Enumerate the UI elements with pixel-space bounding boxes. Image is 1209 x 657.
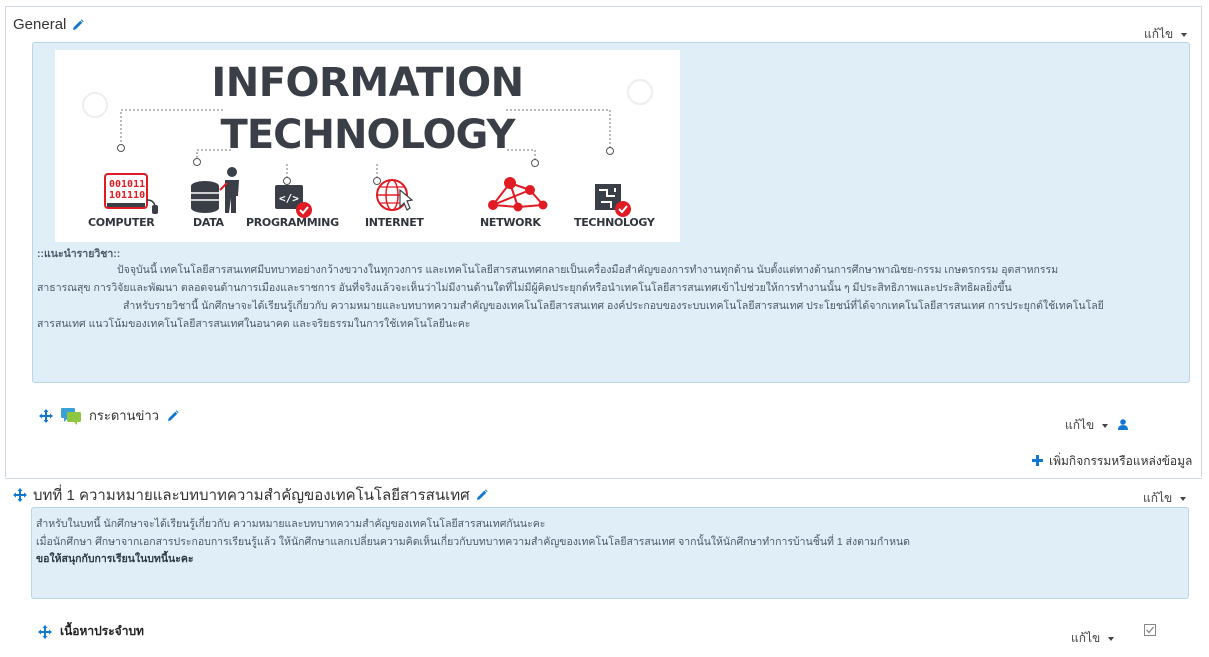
computer-digits: 001011 101110 <box>109 179 145 201</box>
section-general-title[interactable]: General <box>13 16 66 33</box>
internet-globe-icon <box>376 179 414 211</box>
section-1-summary-line1: สำหรับในบทนี้ นักศึกษาจะได้เรียนรู้เกี่ย… <box>36 518 546 530</box>
completion-checkbox-icon[interactable] <box>1144 624 1156 639</box>
activity-content-item: เนื้อหาประจำบท <box>38 622 144 641</box>
section-1-summary-line3: ขอให้สนุกกับการเรียนในบทนี้นะคะ <box>36 553 194 565</box>
section-general-summary: </> 001011 101110 INFORMATION TECHNOLOGY… <box>32 42 1190 383</box>
edit-menu-label: แก้ไข <box>1143 491 1173 505</box>
caret-down-icon <box>1102 423 1109 428</box>
intro-paragraph-2a: สำหรับรายวิชานี้ นักศึกษาจะได้เรียนรู้เก… <box>123 300 1104 312</box>
programming-icon: </> <box>275 185 312 218</box>
activity-forum: กระดานข่าว <box>39 405 179 426</box>
plus-icon <box>1032 454 1043 469</box>
svg-text:</>: </> <box>279 192 299 205</box>
content-item-label: เนื้อหาประจำบท <box>60 624 144 638</box>
data-icon <box>191 167 239 213</box>
pencil-icon[interactable] <box>476 489 488 501</box>
network-icon <box>488 177 548 212</box>
move-icon[interactable] <box>38 624 52 639</box>
edit-menu-label: แก้ไข <box>1065 418 1095 432</box>
caret-down-icon <box>1181 32 1188 37</box>
caret-down-icon <box>1108 636 1115 641</box>
intro-paragraph-1a: ปัจจุบันนี้ เทคโนโลยีสารสนเทศมีบทบาทอย่า… <box>117 264 1059 276</box>
banner-title-line2: TECHNOLOGY <box>220 112 516 158</box>
pencil-icon[interactable] <box>167 409 179 422</box>
content-item-edit-menu[interactable]: แก้ไข <box>1071 629 1115 648</box>
section-1-title[interactable]: บทที่ 1 ความหมายและบทบาทความสำคัญของเทคโ… <box>33 483 470 507</box>
banner-label-data: DATA <box>193 216 224 229</box>
forum-link[interactable]: กระดานข่าว <box>89 405 159 426</box>
section-1-edit-menu[interactable]: แก้ไข <box>1143 489 1187 508</box>
move-icon[interactable] <box>13 488 27 502</box>
section-1-summary-line2: เมื่อนักศึกษา ศึกษาจากเอกสารประกอบการเรี… <box>36 536 910 548</box>
banner-label-computer: COMPUTER <box>88 216 155 229</box>
section-1: บทที่ 1 ความหมายและบทบาทความสำคัญของเทคโ… <box>5 478 1202 657</box>
user-icon[interactable] <box>1118 418 1129 433</box>
information-technology-banner-image: </> 001011 101110 INFORMATION TECHNOLOGY… <box>55 50 680 242</box>
banner-label-internet: INTERNET <box>365 216 424 229</box>
banner-title-line1: INFORMATION <box>211 60 524 106</box>
add-activity-label: เพิ่มกิจกรรมหรือแหล่งข้อมูล <box>1049 454 1193 468</box>
forum-icon[interactable] <box>61 407 81 425</box>
banner-label-network: NETWORK <box>480 216 541 229</box>
intro-paragraph-2b: สารสนเทศ แนวโน้มของเทคโนโลยีสารสนเทศในอน… <box>37 318 471 330</box>
edit-menu-label: แก้ไข <box>1071 631 1101 645</box>
intro-paragraph-1b: สาธารณสุข การวิจัยและพัฒนา ตลอดจนด้านการ… <box>37 282 1012 294</box>
add-activity-link[interactable]: เพิ่มกิจกรรมหรือแหล่งข้อมูล <box>1032 452 1192 471</box>
intro-heading: ::แนะนำรายวิชา:: <box>37 248 121 260</box>
banner-label-technology: TECHNOLOGY <box>574 216 655 229</box>
move-icon[interactable] <box>39 408 53 423</box>
section-1-summary: สำหรับในบทนี้ นักศึกษาจะได้เรียนรู้เกี่ย… <box>31 507 1189 599</box>
section-general: General แก้ไข </> 001011 101110 INFORMAT… <box>5 6 1202 477</box>
pencil-icon[interactable] <box>72 18 84 31</box>
section-1-title-row: บทที่ 1 ความหมายและบทบาทความสำคัญของเทคโ… <box>13 483 488 507</box>
caret-down-icon <box>1180 496 1187 501</box>
banner-label-programming: PROGRAMMING <box>246 216 339 229</box>
forum-edit-menu[interactable]: แก้ไข <box>1065 416 1129 435</box>
computer-digits-line1: 001011 <box>109 179 145 190</box>
technology-chip-icon <box>595 184 631 217</box>
computer-digits-line2: 101110 <box>109 190 145 201</box>
section-general-title-row: General <box>13 16 84 33</box>
